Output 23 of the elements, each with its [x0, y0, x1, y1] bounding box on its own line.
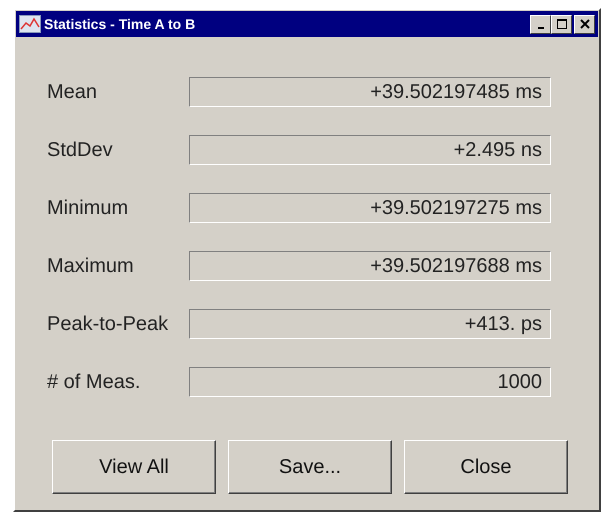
dialog-button[interactable]: Close — [404, 440, 568, 494]
field-label: StdDev — [46, 138, 114, 163]
field-label: Minimum — [46, 196, 130, 221]
field-label: Mean — [46, 80, 98, 105]
maximize-icon — [556, 18, 568, 30]
dialog-button[interactable]: Save... — [228, 440, 392, 494]
window-title: Statistics - Time A to B — [44, 14, 196, 34]
maximize-button[interactable] — [551, 14, 572, 34]
close-button[interactable] — [574, 14, 595, 34]
value-field: +2.495 ns — [189, 135, 551, 165]
field-label: Maximum — [46, 254, 135, 279]
value-field: +39.502197688 ms — [189, 251, 551, 281]
field-label: # of Meas. — [46, 370, 142, 395]
value-field: 1000 — [189, 367, 551, 397]
minimize-icon — [538, 27, 544, 29]
value-field: +39.502197275 ms — [189, 193, 551, 223]
value-field: +413. ps — [189, 309, 551, 339]
field-label: Peak-to-Peak — [46, 312, 170, 337]
minimize-button[interactable] — [530, 14, 551, 34]
close-icon — [578, 18, 590, 30]
value-field: +39.502197485 ms — [189, 77, 551, 107]
dialog-button[interactable]: View All — [52, 440, 216, 494]
chart-icon — [19, 15, 41, 33]
